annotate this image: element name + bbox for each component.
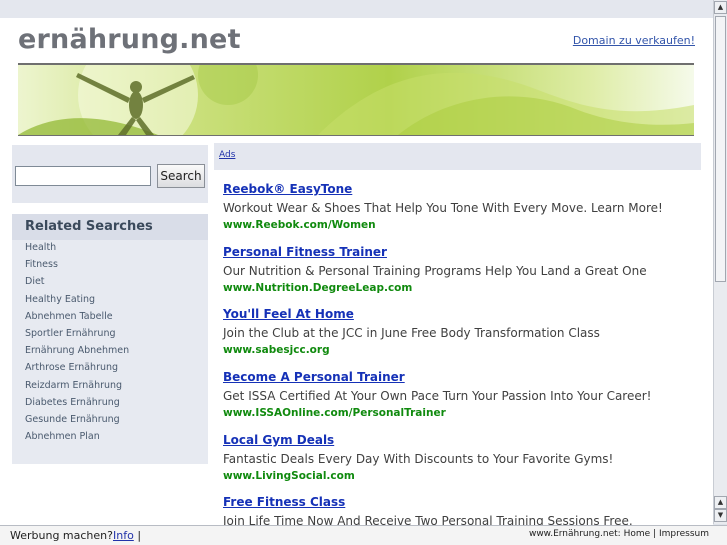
bottom-bar: Werbung machen?Info | www.Ernährung.net:… [0, 525, 727, 545]
werbung-label: Werbung machen? [10, 529, 113, 542]
header-banner [18, 63, 694, 136]
bottom-separator: | [137, 529, 142, 542]
banner-figure-image [18, 65, 694, 135]
domain-sale-link[interactable]: Domain zu verkaufen! [573, 34, 695, 47]
ad-description: Fantastic Deals Every Day With Discounts… [223, 452, 614, 466]
related-search-item[interactable]: Arthrose Ernährung [25, 361, 129, 378]
ad-block: Personal Fitness Trainer Our Nutrition &… [223, 245, 693, 294]
related-search-item[interactable]: Diet [25, 275, 129, 292]
ad-description: Our Nutrition & Personal Training Progra… [223, 264, 647, 278]
related-search-item[interactable]: Health [25, 241, 129, 258]
ad-block: Local Gym Deals Fantastic Deals Every Da… [223, 433, 693, 482]
ad-block: Reebok® EasyTone Workout Wear & Shoes Th… [223, 182, 693, 231]
scrollbar-thumb[interactable] [715, 16, 726, 282]
vertical-scrollbar[interactable]: ▲ ▲ ▼ [713, 0, 727, 524]
site-label: www.Ernährung.net: [528, 529, 621, 539]
scroll-down-arrow-icon[interactable]: ▼ [714, 509, 727, 522]
ad-block: You'll Feel At Home Join the Club at the… [223, 307, 693, 356]
scroll-up-arrow-icon[interactable]: ▲ [714, 1, 727, 14]
site-title: ernährung.net [18, 24, 241, 55]
ads-label-link[interactable]: Ads [219, 150, 235, 160]
ad-url-link[interactable]: www.sabesjcc.org [223, 344, 693, 356]
search-panel: Search [12, 145, 208, 203]
related-searches-header: Related Searches [12, 214, 208, 240]
related-search-item[interactable]: Sportler Ernährung [25, 327, 129, 344]
related-search-item[interactable]: Diabetes Ernährung [25, 396, 129, 413]
ad-block: Become A Personal Trainer Get ISSA Certi… [223, 370, 693, 419]
ad-title-link[interactable]: Become A Personal Trainer [223, 370, 693, 384]
ads-bar: Ads [214, 143, 701, 170]
ad-url-link[interactable]: www.Nutrition.DegreeLeap.com [223, 282, 693, 294]
related-searches-list: Health Fitness Diet Healthy Eating Abneh… [25, 241, 129, 447]
related-search-item[interactable]: Abnehmen Plan [25, 430, 129, 447]
ad-title-link[interactable]: Local Gym Deals [223, 433, 693, 447]
page-frame: ernährung.net Domain zu verkaufen! Searc… [0, 0, 713, 545]
scroll-up-arrow-icon[interactable]: ▲ [714, 496, 727, 509]
ad-description: Workout Wear & Shoes That Help You Tone … [223, 201, 663, 215]
impressum-link[interactable]: Impressum [659, 529, 709, 539]
ad-title-link[interactable]: Free Fitness Class [223, 495, 693, 509]
related-searches-title: Related Searches [25, 219, 153, 234]
ad-title-link[interactable]: Reebok® EasyTone [223, 182, 693, 196]
home-link[interactable]: Home [624, 529, 651, 539]
bottom-divider: | [653, 529, 657, 539]
ad-description: Get ISSA Certified At Your Own Pace Turn… [223, 389, 652, 403]
ad-url-link[interactable]: www.ISSAOnline.com/PersonalTrainer [223, 407, 693, 419]
top-strip [0, 0, 713, 18]
ad-title-link[interactable]: Personal Fitness Trainer [223, 245, 693, 259]
related-search-item[interactable]: Healthy Eating [25, 293, 129, 310]
ad-url-link[interactable]: www.LivingSocial.com [223, 470, 693, 482]
ad-title-link[interactable]: You'll Feel At Home [223, 307, 693, 321]
search-input[interactable] [15, 166, 151, 186]
related-search-item[interactable]: Gesunde Ernährung [25, 413, 129, 430]
bottom-right-links: www.Ernährung.net: Home | Impressum [529, 529, 709, 539]
ad-block: Free Fitness Class Join Life Time Now An… [223, 495, 693, 528]
ad-description: Join the Club at the JCC in June Free Bo… [223, 326, 600, 340]
info-link[interactable]: Info [113, 529, 134, 542]
related-search-item[interactable]: Abnehmen Tabelle [25, 310, 129, 327]
ad-url-link[interactable]: www.Reebok.com/Women [223, 219, 693, 231]
related-searches-panel: Related Searches Health Fitness Diet Hea… [12, 214, 208, 464]
related-search-item[interactable]: Ernährung Abnehmen [25, 344, 129, 361]
search-button[interactable]: Search [157, 164, 205, 188]
related-search-item[interactable]: Reizdarm Ernährung [25, 379, 129, 396]
related-search-item[interactable]: Fitness [25, 258, 129, 275]
werbung-text: Werbung machen?Info | [10, 529, 141, 542]
